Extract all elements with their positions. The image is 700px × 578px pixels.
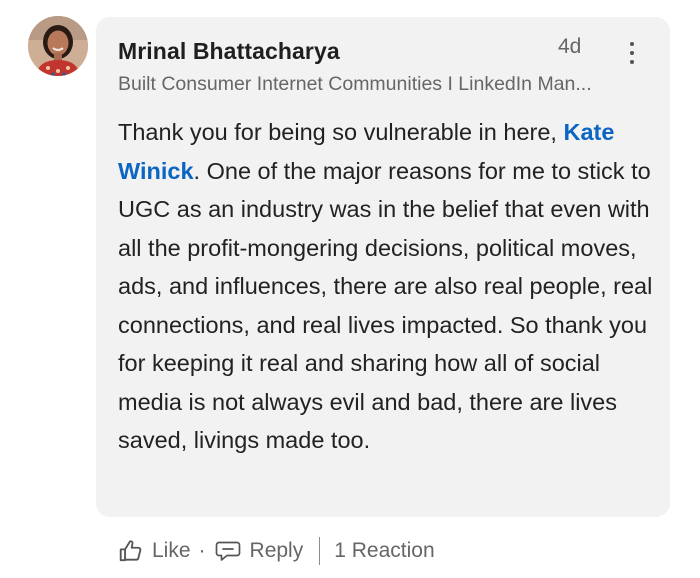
more-dot xyxy=(630,60,634,64)
reactions-label: 1 Reaction xyxy=(334,539,435,562)
comment-thread: Mrinal Bhattacharya 4d Built Consumer In… xyxy=(0,0,700,578)
avatar-image xyxy=(28,16,88,76)
reply-button[interactable]: Reply xyxy=(214,538,304,564)
reactions-count[interactable]: 1 Reaction xyxy=(334,539,434,563)
comment-icon xyxy=(215,541,240,561)
avatar[interactable] xyxy=(28,16,88,76)
comment-body-text: Thank you for being so vulnerable in her… xyxy=(118,119,564,145)
separator-dot: · xyxy=(198,539,206,562)
like-button[interactable]: Like xyxy=(118,538,191,564)
comment-actions: Like · Reply 1 Reaction xyxy=(118,534,435,568)
more-vertical-icon[interactable] xyxy=(620,33,644,73)
thumbs-up-icon xyxy=(119,540,142,562)
divider xyxy=(319,537,321,565)
more-dot xyxy=(630,42,634,46)
like-label: Like xyxy=(152,539,191,562)
comment-bubble: Mrinal Bhattacharya 4d Built Consumer In… xyxy=(96,17,670,517)
reply-label: Reply xyxy=(249,539,304,562)
author-headline: Built Consumer Internet Communities I Li… xyxy=(118,73,592,95)
author-name[interactable]: Mrinal Bhattacharya xyxy=(118,38,340,65)
comment-timestamp: 4d xyxy=(558,35,582,58)
comment-body: Thank you for being so vulnerable in her… xyxy=(118,113,658,460)
more-dot xyxy=(630,51,634,55)
comment-body-text: . One of the major reasons for me to sti… xyxy=(118,157,653,454)
